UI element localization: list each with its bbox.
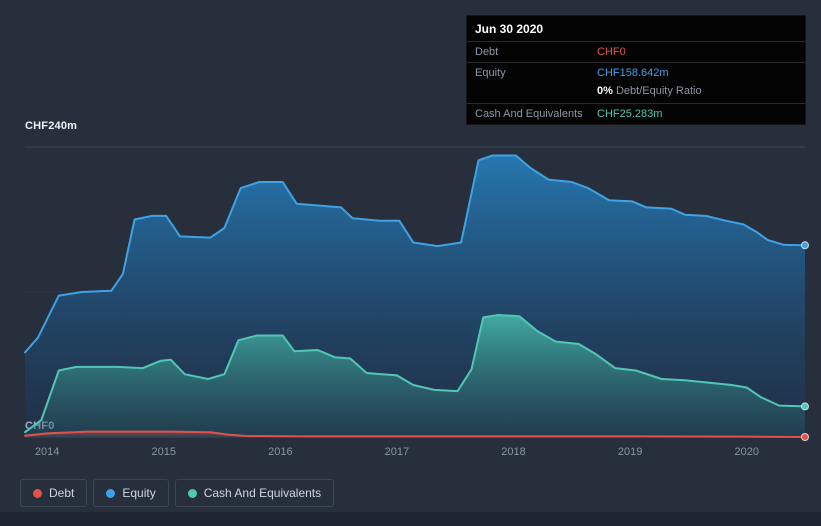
debt-marker [801, 433, 809, 441]
x-axis-tick: 2016 [268, 446, 293, 458]
debt-dot-icon [33, 488, 42, 498]
tooltip-cash-row: Cash And Equivalents CHF25.283m [467, 103, 805, 124]
cash-and-equivalents-marker [801, 402, 809, 411]
tooltip-equity-row: Equity CHF158.642m [467, 63, 805, 83]
x-axis-tick: 2017 [384, 446, 410, 458]
tooltip-ratio-value: 0% [597, 85, 613, 97]
chart-plot-area[interactable] [24, 146, 809, 441]
tooltip-debt-value: CHF0 [597, 46, 626, 58]
x-axis-tick: 2018 [501, 446, 526, 458]
tooltip-date: Jun 30 2020 [467, 16, 805, 42]
x-axis: 2014 2015 2016 2017 2018 2019 2020 [0, 446, 821, 462]
legend-debt-label: Debt [49, 486, 75, 500]
equity-dot-icon [106, 488, 116, 498]
x-axis-tick: 2015 [151, 446, 176, 458]
tooltip-equity-label: Equity [475, 67, 506, 79]
x-axis-tick: 2020 [734, 446, 759, 458]
tooltip-equity-value: CHF158.642m [597, 67, 669, 79]
debt-equity-history-panel: Jun 30 2020 Debt CHF0 Equity CHF158.642m… [0, 0, 821, 526]
tooltip-ratio-row: 0% Debt/Equity Ratio [467, 83, 805, 103]
tooltip-ratio-label: Debt/Equity Ratio [612, 85, 702, 97]
legend-item-debt[interactable]: Debt [20, 479, 88, 507]
x-axis-tick: 2014 [34, 446, 60, 458]
chart-tooltip: Jun 30 2020 Debt CHF0 Equity CHF158.642m… [466, 15, 806, 125]
bottom-edge-strip [0, 512, 821, 526]
legend-item-equity[interactable]: Equity [93, 479, 169, 507]
tooltip-cash-value: CHF25.283m [597, 108, 663, 120]
legend-equity-label: Equity [122, 486, 156, 500]
chart-svg [24, 146, 809, 441]
tooltip-cash-label: Cash And Equivalents [475, 108, 583, 120]
tooltip-debt-row: Debt CHF0 [467, 42, 805, 63]
tooltip-debt-label: Debt [475, 46, 499, 58]
y-axis-label-top: CHF240m [25, 120, 78, 132]
cash-dot-icon [187, 488, 197, 498]
legend-item-cash[interactable]: Cash And Equivalents [174, 479, 335, 507]
equity-marker [801, 241, 809, 250]
chart-legend: Debt Equity Cash And Equivalents [20, 479, 335, 507]
x-axis-tick: 2019 [617, 446, 643, 458]
legend-cash-label: Cash And Equivalents [203, 486, 322, 500]
